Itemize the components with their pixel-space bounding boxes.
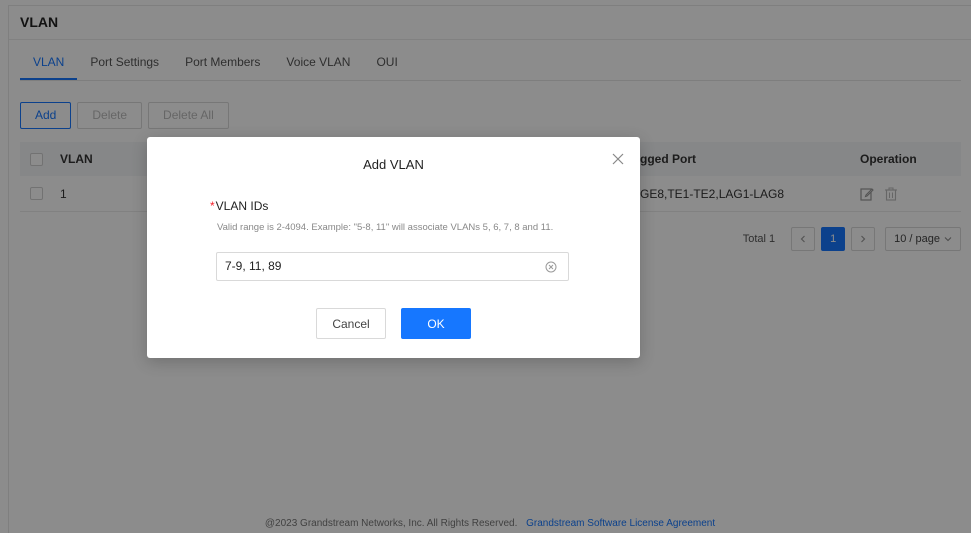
close-icon[interactable] — [610, 151, 626, 167]
vlan-ids-input[interactable]: 7-9, 11, 89 — [216, 252, 569, 281]
dialog-actions: Cancel OK — [147, 308, 640, 339]
ok-button[interactable]: OK — [401, 308, 471, 339]
vlan-ids-label-text: VLAN IDs — [215, 199, 269, 213]
required-mark: * — [210, 199, 215, 213]
dialog-title: Add VLAN — [363, 157, 424, 172]
add-vlan-dialog: Add VLAN *VLAN IDs Valid range is 2-4094… — [147, 137, 640, 358]
vlan-ids-hint: Valid range is 2-4094. Example: "5-8, 11… — [217, 222, 554, 233]
cancel-button[interactable]: Cancel — [316, 308, 386, 339]
clear-input-icon[interactable] — [545, 261, 557, 273]
vlan-ids-label: *VLAN IDs — [210, 199, 268, 213]
